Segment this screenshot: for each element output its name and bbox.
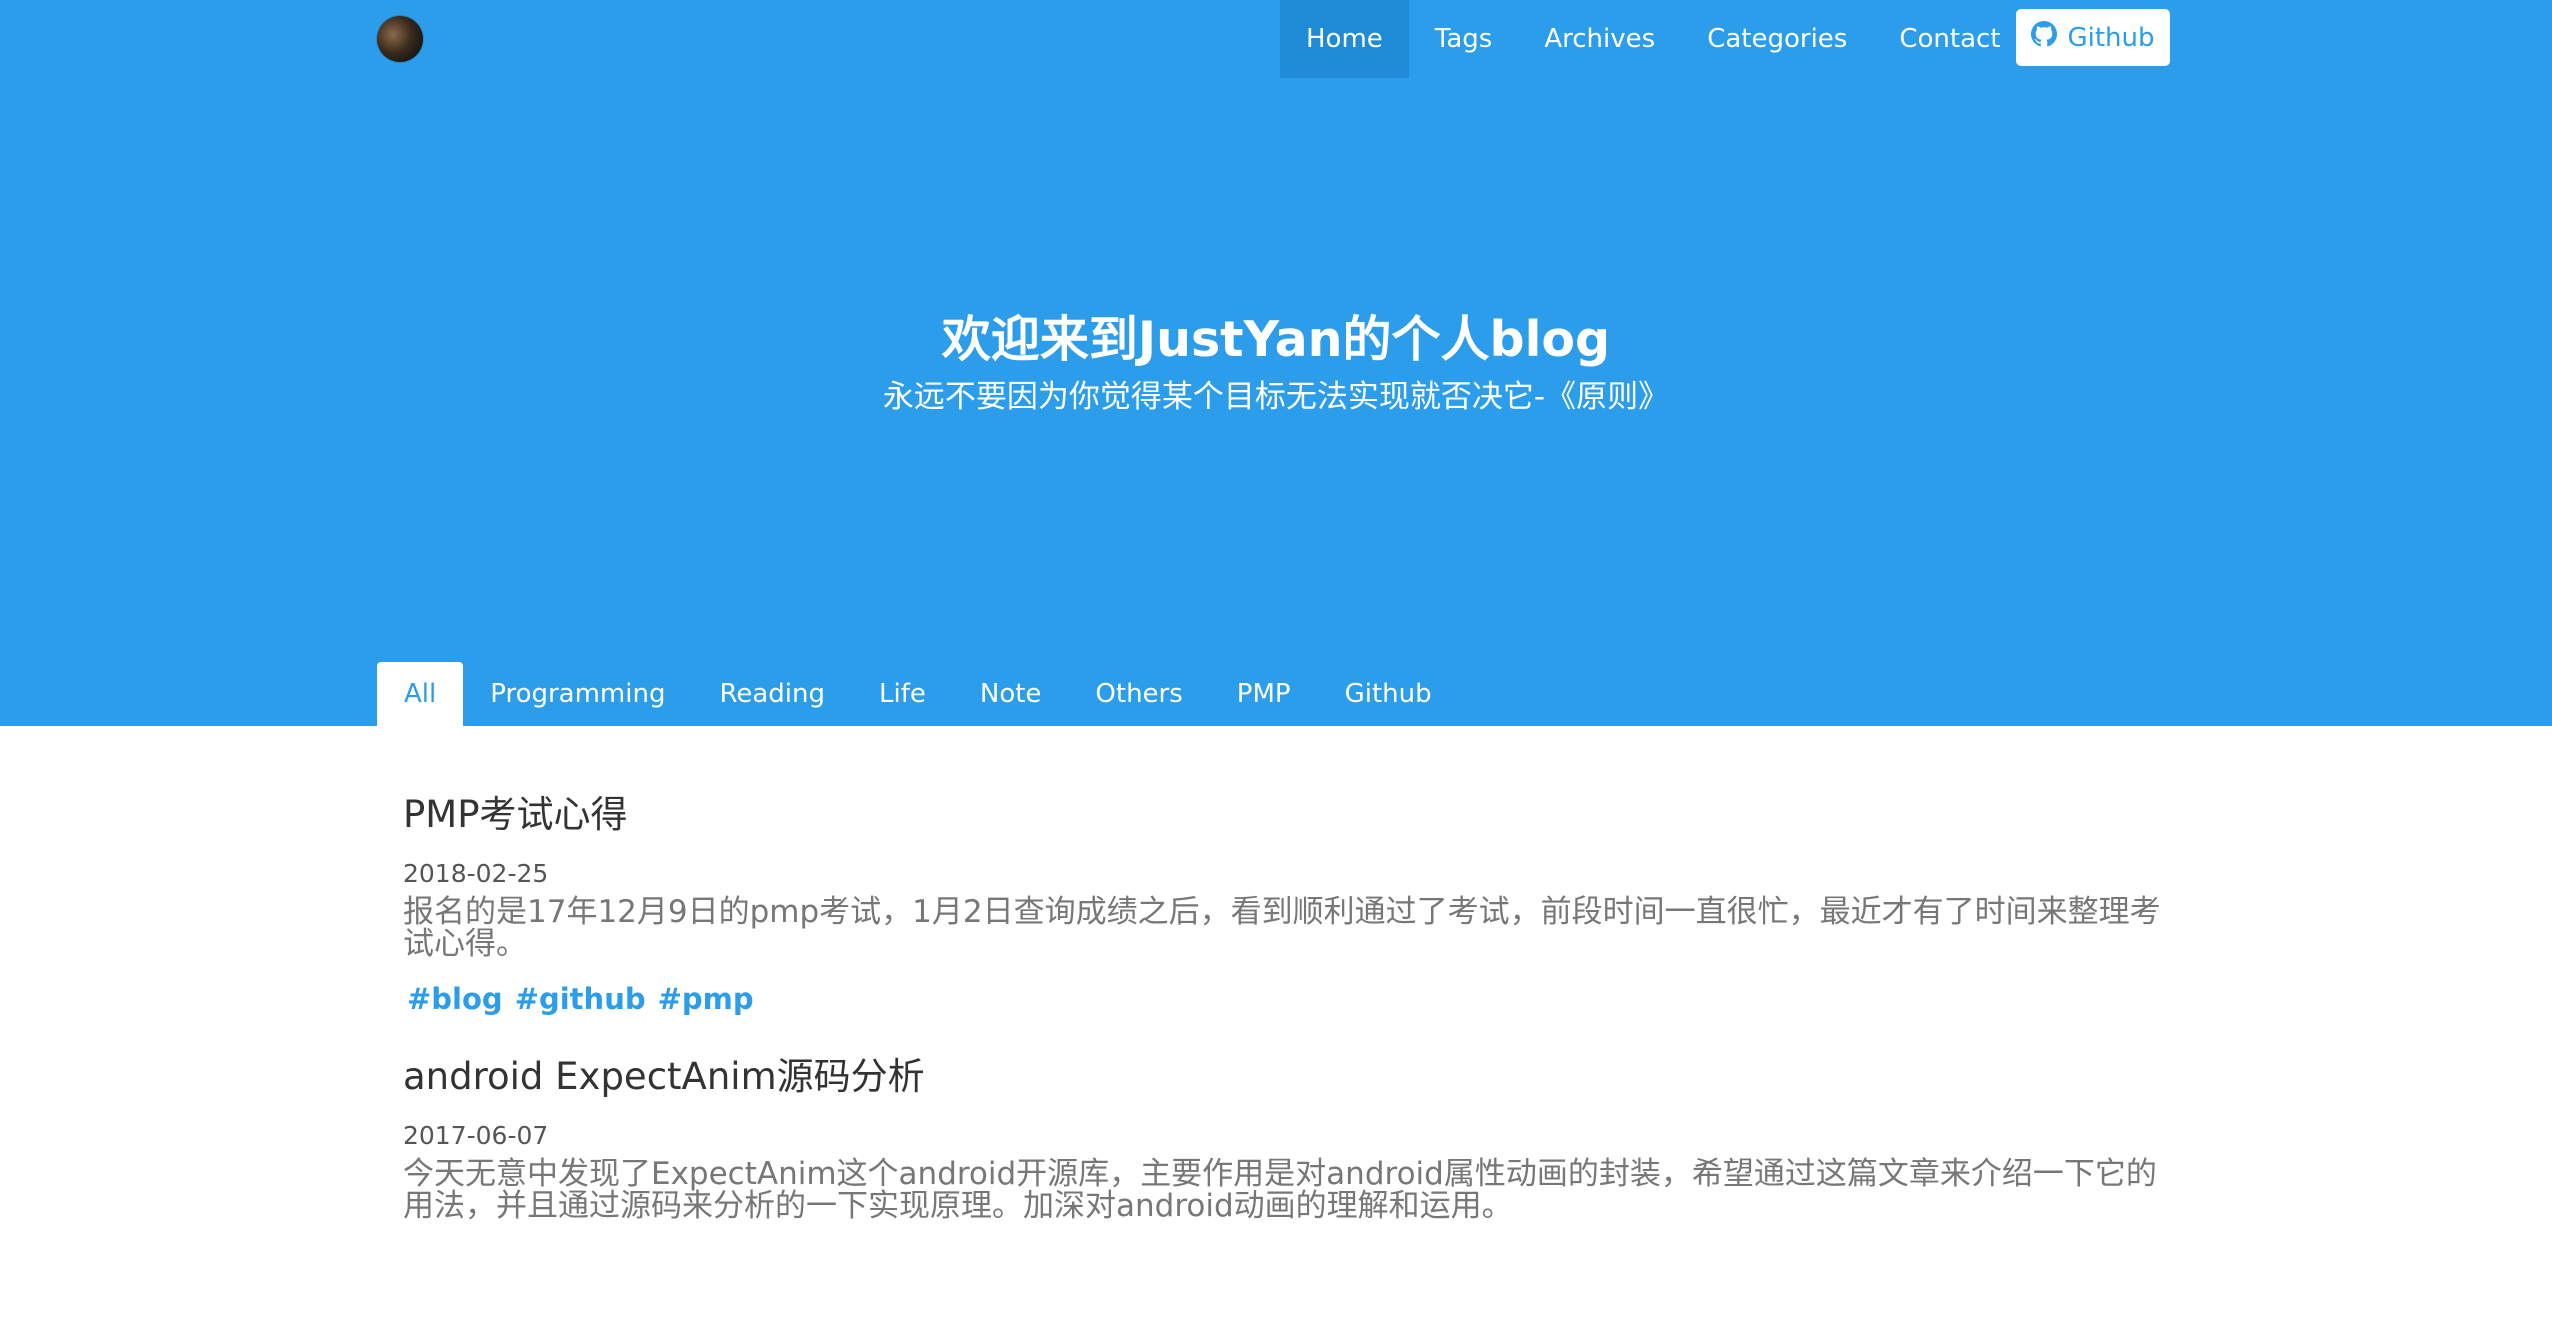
post-excerpt[interactable]: 报名的是17年12月9日的pmp考试，1月2日查询成绩之后，看到顺利通过了考试，… [403,896,2163,960]
tab-programming[interactable]: Programming [463,662,692,726]
post-item: android ExpectAnim源码分析 2017-06-07 今天无意中发… [403,1052,2163,1222]
tab-all[interactable]: All [377,662,464,726]
post-tags: #blog #github #pmp [403,982,2163,1016]
post-item: PMP考试心得 2018-02-25 报名的是17年12月9日的pmp考试，1月… [403,790,2163,1016]
hero-subtitle: 永远不要因为你觉得某个目标无法实现就否决它-《原则》 [882,379,1670,415]
avatar[interactable] [377,16,423,62]
post-title[interactable]: PMP考试心得 [403,790,2163,840]
post-date: 2018-02-25 [403,859,549,888]
post-list: PMP考试心得 2018-02-25 报名的是17年12月9日的pmp考试，1月… [403,790,2163,1258]
tag-link[interactable]: #blog [407,982,503,1016]
nav-menu: Home Tags Archives Categories Contact [1280,0,2027,78]
nav-archives[interactable]: Archives [1518,0,1681,78]
tab-reading[interactable]: Reading [692,662,852,726]
github-button-label: Github [2067,22,2155,53]
hero-banner: Home Tags Archives Categories Contact Gi… [0,0,2552,726]
tab-life[interactable]: Life [852,662,953,726]
nav-contact[interactable]: Contact [1873,0,2026,78]
hero-title: 欢迎来到JustYan的个人blog [941,311,1611,368]
tag-link[interactable]: #github [515,982,646,1016]
tab-note[interactable]: Note [953,662,1069,726]
tab-pmp[interactable]: PMP [1210,662,1318,726]
tab-others[interactable]: Others [1068,662,1209,726]
top-navbar: Home Tags Archives Categories Contact Gi… [0,0,2552,78]
nav-categories[interactable]: Categories [1681,0,1873,78]
nav-home[interactable]: Home [1280,0,1409,78]
post-date: 2017-06-07 [403,1121,549,1150]
category-tabs: All Programming Reading Life Note Others… [377,662,1459,726]
github-button[interactable]: Github [2016,9,2170,66]
post-title[interactable]: android ExpectAnim源码分析 [403,1052,2163,1102]
tag-link[interactable]: #pmp [658,982,754,1016]
tab-github[interactable]: Github [1318,662,1459,726]
github-icon [2031,21,2058,54]
nav-tags[interactable]: Tags [1409,0,1519,78]
post-excerpt[interactable]: 今天无意中发现了ExpectAnim这个android开源库，主要作用是对and… [403,1158,2163,1222]
